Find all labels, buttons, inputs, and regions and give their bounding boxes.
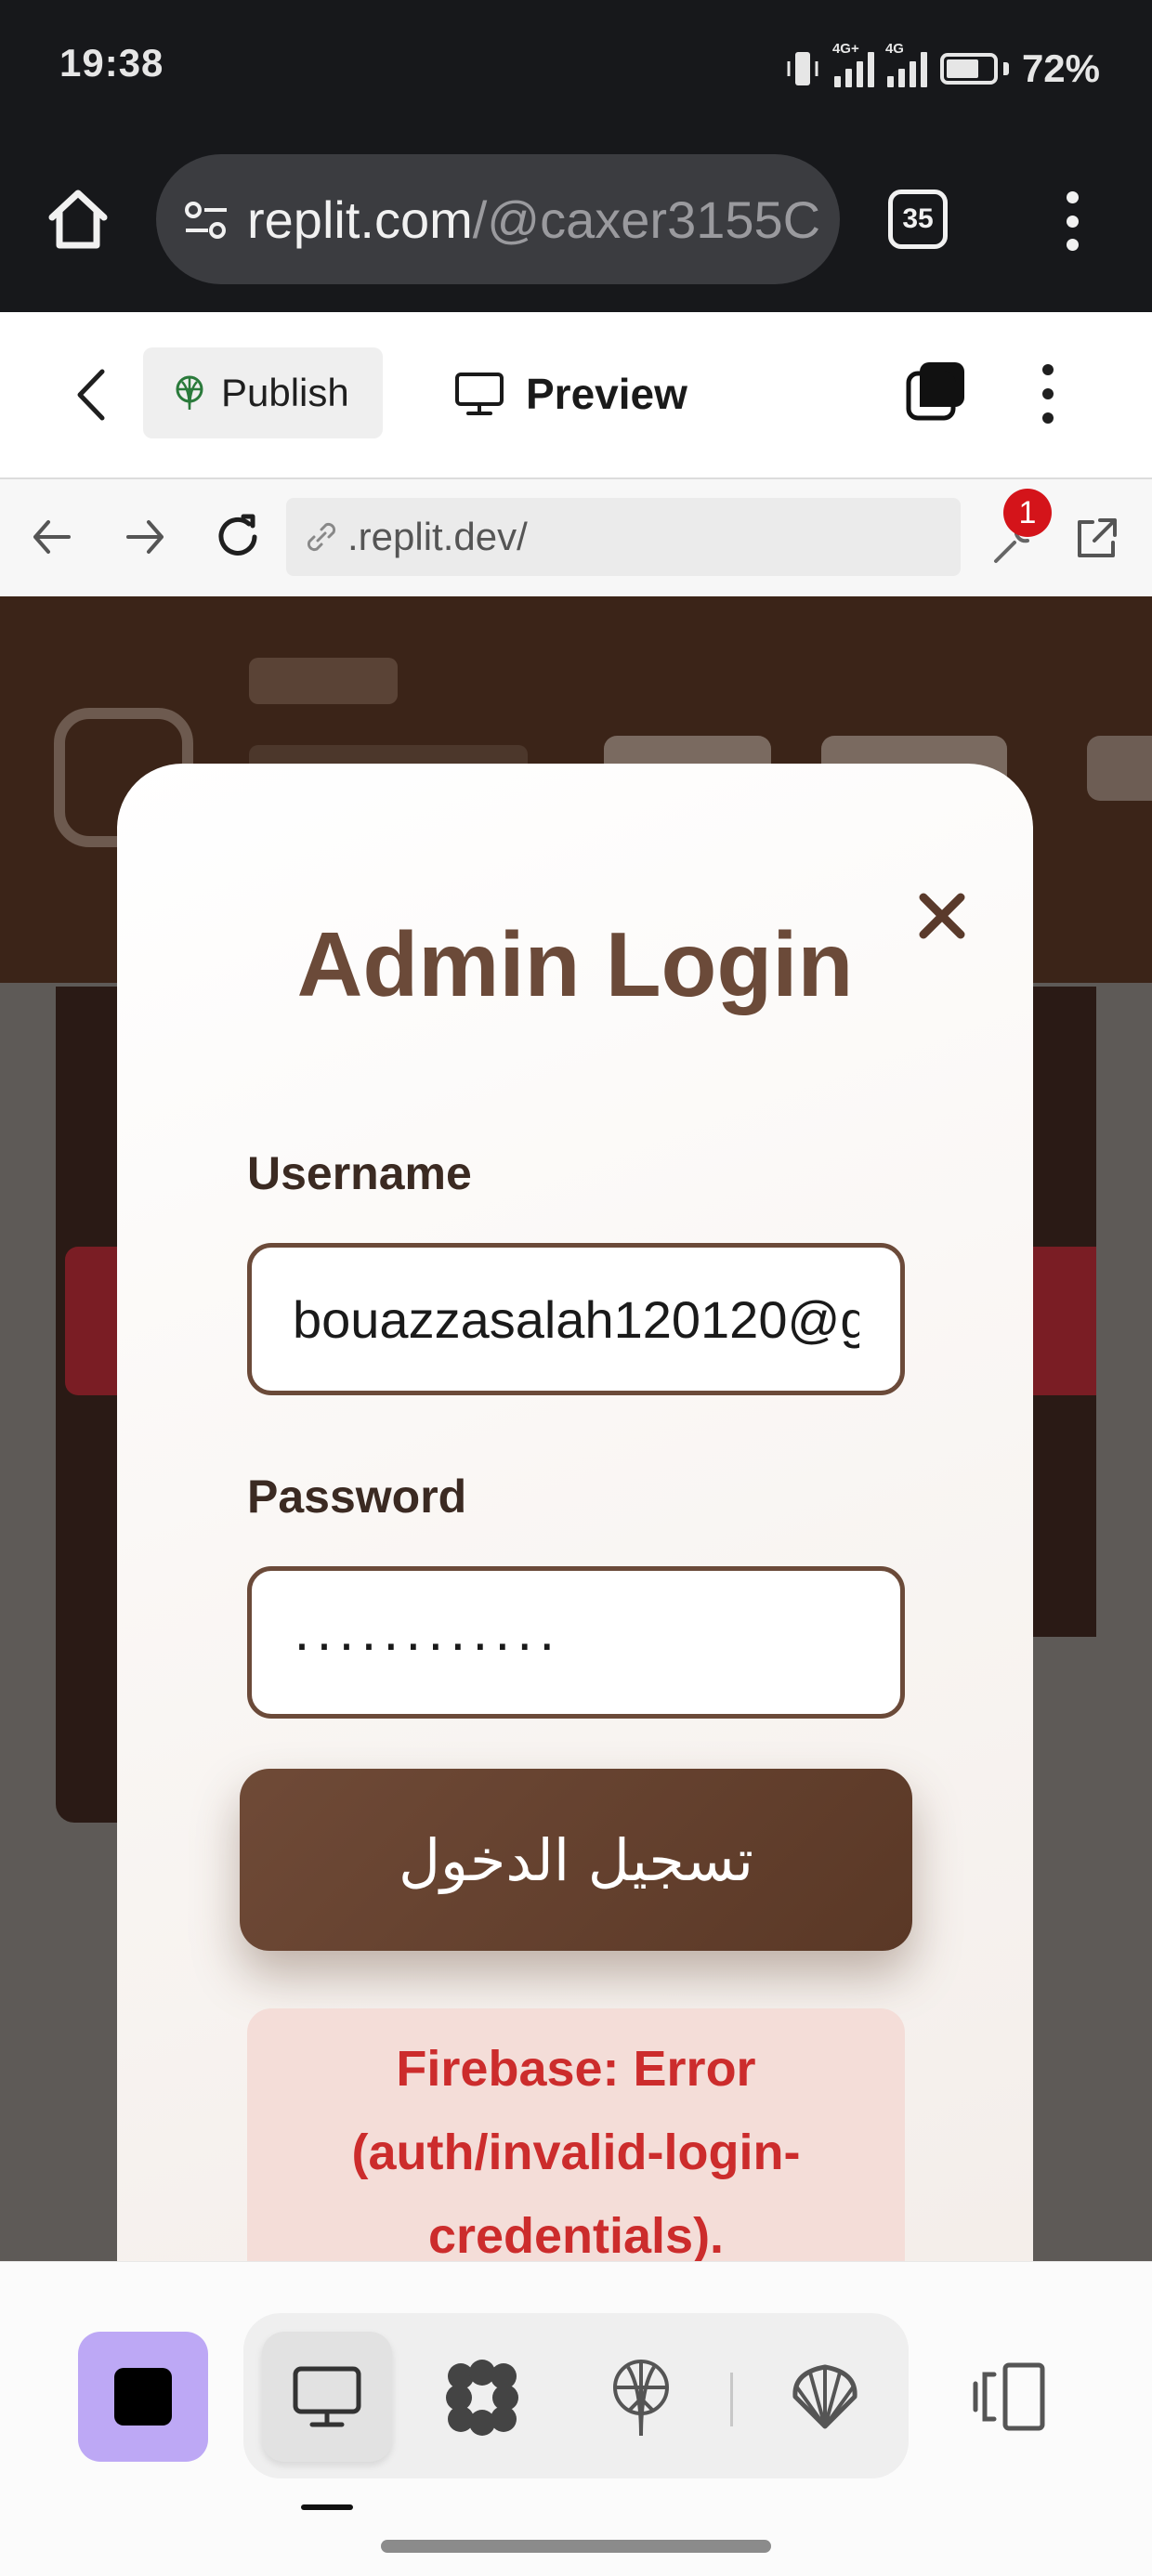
webview-url-text: .replit.dev/: [347, 515, 528, 558]
webview-url-field[interactable]: .replit.dev/: [286, 498, 961, 576]
login-modal: Admin Login Username Password تسجيل الدخ…: [117, 764, 1033, 2261]
status-icons: 4G+ 4G 72%: [784, 41, 1100, 97]
url-text: replit.com/@caxer3155C: [247, 190, 821, 249]
active-tab-indicator: [301, 2504, 353, 2510]
stop-icon: [114, 2368, 172, 2426]
publish-button[interactable]: Publish: [143, 347, 383, 438]
username-label: Username: [247, 1147, 472, 1199]
background-nav-pill: [1087, 736, 1152, 801]
publish-icon: [176, 375, 203, 411]
status-time: 19:38: [59, 41, 164, 85]
notification-badge: 1: [1003, 489, 1052, 537]
preview-label: Preview: [526, 370, 687, 418]
vibrate-icon: [787, 52, 818, 85]
arrow-right-icon[interactable]: [119, 511, 171, 563]
username-input[interactable]: [247, 1243, 905, 1395]
shell-icon[interactable]: [786, 2360, 864, 2434]
monitor-icon: [455, 373, 504, 415]
flower-icon[interactable]: [440, 2356, 524, 2439]
reload-icon[interactable]: [210, 509, 266, 565]
back-icon[interactable]: [65, 362, 117, 427]
external-link-icon[interactable]: [1070, 513, 1122, 565]
site-settings-icon[interactable]: [180, 193, 232, 245]
gesture-bar[interactable]: [381, 2540, 771, 2553]
publish-label: Publish: [221, 371, 349, 414]
background-card-accent: [1031, 1247, 1096, 1395]
preview-tab[interactable]: Preview: [453, 360, 687, 427]
divider: [730, 2373, 733, 2426]
home-icon[interactable]: [41, 182, 115, 256]
stop-button[interactable]: [78, 2332, 208, 2462]
link-icon: [307, 522, 336, 552]
address-bar[interactable]: replit.com/@caxer3155C: [156, 154, 840, 284]
arrow-left-icon[interactable]: [26, 511, 78, 563]
error-message: Firebase: Error (auth/invalid-login-cred…: [247, 2008, 905, 2261]
replit-menu-icon[interactable]: [1039, 364, 1057, 424]
network-icon[interactable]: [604, 2356, 678, 2439]
app-viewport: Admin Login Username Password تسجيل الدخ…: [0, 596, 1152, 2261]
login-button[interactable]: تسجيل الدخول: [240, 1769, 912, 1951]
tab-switcher-icon[interactable]: 35: [888, 190, 948, 249]
background-title: [249, 658, 398, 704]
password-input[interactable]: [247, 1566, 905, 1719]
signal-1-icon: 4G+: [832, 41, 874, 87]
signal-2-icon: 4G: [885, 41, 927, 87]
more-vert-icon[interactable]: [1059, 191, 1085, 251]
stacked-windows-icon[interactable]: [903, 357, 970, 424]
monitor-icon[interactable]: [290, 2360, 364, 2434]
battery-level: 72%: [1021, 46, 1100, 90]
battery-icon: [939, 53, 1009, 85]
panel-toggle-icon[interactable]: [968, 2356, 1050, 2438]
password-label: Password: [247, 1471, 467, 1523]
login-title: Admin Login: [296, 913, 854, 1015]
